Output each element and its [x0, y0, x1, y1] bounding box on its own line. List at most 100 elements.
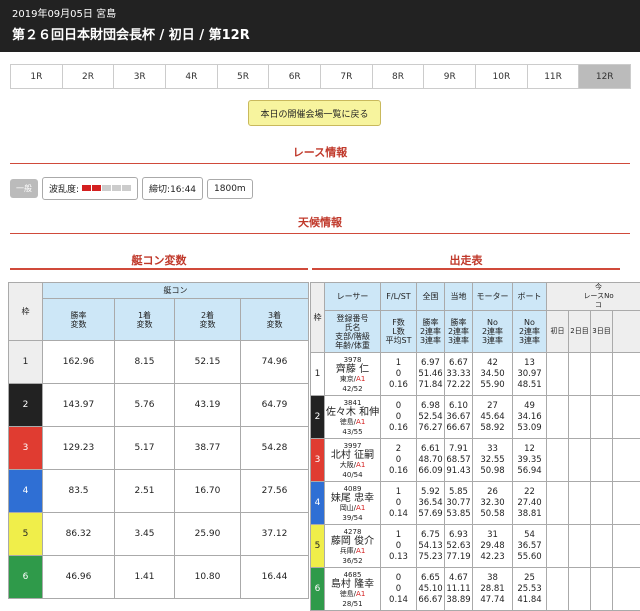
odds-value: 54.28: [241, 427, 309, 470]
racer-cell[interactable]: 3997北村 征嗣大阪/A140/54: [325, 439, 381, 482]
racer-cell[interactable]: 3978齊藤 仁東京/A142/52: [325, 353, 381, 396]
wave-label: 波乱度:: [49, 182, 79, 195]
racer-branch-class: 岡山/A1: [340, 504, 366, 512]
stat-value: 42.23: [473, 552, 512, 563]
day-cell: [547, 353, 569, 396]
stat-value: 33.33: [445, 369, 472, 380]
day-cell: [591, 396, 613, 439]
odds-value: 64.79: [241, 384, 309, 427]
entry-col-header: モーター: [473, 283, 513, 311]
racer-cell[interactable]: 4089妹尾 忠幸岡山/A139/54: [325, 482, 381, 525]
tab-1r[interactable]: 1R: [10, 64, 63, 89]
stat-value: 36.67: [445, 412, 472, 423]
stat-value: 48.51: [513, 380, 546, 391]
grade-badge: 一般: [10, 179, 38, 198]
race-title: 第２６回日本財団会長杯 / 初日 / 第12R: [12, 24, 628, 43]
racer-reg: 4278: [344, 528, 362, 536]
racer-cell[interactable]: 4685島村 隆幸徳島/A128/51: [325, 568, 381, 611]
racer-branch: 徳島/: [340, 418, 356, 426]
tab-7r[interactable]: 7R: [320, 64, 373, 89]
day-cell: [613, 482, 640, 525]
racer-cell[interactable]: 3841佐々木 和伸徳島/A143/55: [325, 396, 381, 439]
stat-value: 38.89: [445, 595, 472, 606]
entry-panel-title: 出走表: [312, 252, 620, 270]
entry-col-header: レーサー: [325, 283, 381, 311]
tab-3r[interactable]: 3R: [113, 64, 166, 89]
racer-age-weight: 43/55: [342, 428, 362, 436]
racer-class: A1: [356, 590, 365, 598]
stat-value: 27: [473, 401, 512, 412]
racer-age-weight: 40/54: [342, 471, 362, 479]
stat-value: 5.92: [417, 487, 444, 498]
back-to-venues-button[interactable]: 本日の開催会場一覧に戻る: [248, 100, 381, 126]
tab-12r[interactable]: 12R: [578, 64, 631, 89]
racer-cell[interactable]: 4278藤岡 俊介兵庫/A136/52: [325, 525, 381, 568]
stat-motor: 3129.4842.23: [473, 525, 513, 568]
odds-row: 646.961.4110.8016.44: [9, 556, 309, 599]
day-cell: [547, 525, 569, 568]
stat-value: 0: [381, 412, 416, 423]
racer-age-weight: 42/52: [342, 385, 362, 393]
stat-loc: 4.6711.1138.89: [445, 568, 473, 611]
racer-branch-class: 東京/A1: [340, 375, 366, 383]
tab-9r[interactable]: 9R: [423, 64, 476, 89]
entry-row: 54278藤岡 俊介兵庫/A136/52100.136.7554.1375.23…: [311, 525, 640, 568]
stat-value: 25.53: [513, 584, 546, 595]
stat-value: 53.09: [513, 423, 546, 434]
stat-nat: 5.9236.5457.69: [417, 482, 445, 525]
wave-box: 波乱度:: [42, 177, 138, 200]
entry-subcol-header: No 2連率 3連率: [473, 311, 513, 353]
waku-cell: 4: [311, 482, 325, 525]
day-cell: [591, 568, 613, 611]
odds-value: 37.12: [241, 513, 309, 556]
day-cell: [569, 525, 591, 568]
stat-value: 49: [513, 401, 546, 412]
stat-value: 39.35: [513, 455, 546, 466]
tab-11r[interactable]: 11R: [527, 64, 580, 89]
stat-value: 53.85: [445, 509, 472, 520]
wave-segment: [82, 185, 91, 191]
stat-motor: 3332.5550.98: [473, 439, 513, 482]
stat-value: 54: [513, 530, 546, 541]
entry-col-header: ボート: [513, 283, 547, 311]
tab-8r[interactable]: 8R: [372, 64, 425, 89]
day-cell: [613, 353, 640, 396]
racer-reg: 4089: [344, 485, 362, 493]
odds-col-header: 勝率 変数: [43, 299, 115, 341]
stat-value: 6.97: [417, 358, 444, 369]
entry-subcol-header: No 2連率 3連率: [513, 311, 547, 353]
stat-value: 38.81: [513, 509, 546, 520]
race-info-title: レース情報: [10, 144, 630, 164]
racer-branch: 東京/: [340, 375, 356, 383]
stat-boat: 5436.5755.60: [513, 525, 547, 568]
stat-boat: 1239.3556.94: [513, 439, 547, 482]
stat-loc: 6.6733.3372.22: [445, 353, 473, 396]
waku-cell: 2: [9, 384, 43, 427]
stat-nat: 6.9852.5476.27: [417, 396, 445, 439]
racer-name: 佐々木 和伸: [325, 408, 380, 417]
stat-value: 0.16: [381, 423, 416, 434]
tab-2r[interactable]: 2R: [62, 64, 115, 89]
tab-6r[interactable]: 6R: [268, 64, 321, 89]
tab-5r[interactable]: 5R: [217, 64, 270, 89]
stat-value: 45.64: [473, 412, 512, 423]
racer-age-weight: 28/51: [342, 600, 362, 608]
stat-value: 6.10: [445, 401, 472, 412]
tab-4r[interactable]: 4R: [165, 64, 218, 89]
racer-class: A1: [356, 375, 365, 383]
stat-boat: 2525.5341.84: [513, 568, 547, 611]
odds-value: 27.56: [241, 470, 309, 513]
day-cell: [547, 482, 569, 525]
stat-value: 6.75: [417, 530, 444, 541]
waku-cell: 2: [311, 396, 325, 439]
day-cell: [547, 396, 569, 439]
odds-table: 枠艇コン 勝率 変数1着 変数2着 変数3着 変数 1162.968.1552.…: [8, 282, 309, 599]
racer-reg: 3841: [344, 399, 362, 407]
stat-value: 6.98: [417, 401, 444, 412]
tab-10r[interactable]: 10R: [475, 64, 528, 89]
race-date-venue: 2019年09月05日 宮島: [12, 8, 628, 21]
odds-value: 3.45: [115, 513, 175, 556]
stat-value: 0: [381, 584, 416, 595]
odds-col-header: 1着 変数: [115, 299, 175, 341]
stat-value: 6.67: [445, 358, 472, 369]
